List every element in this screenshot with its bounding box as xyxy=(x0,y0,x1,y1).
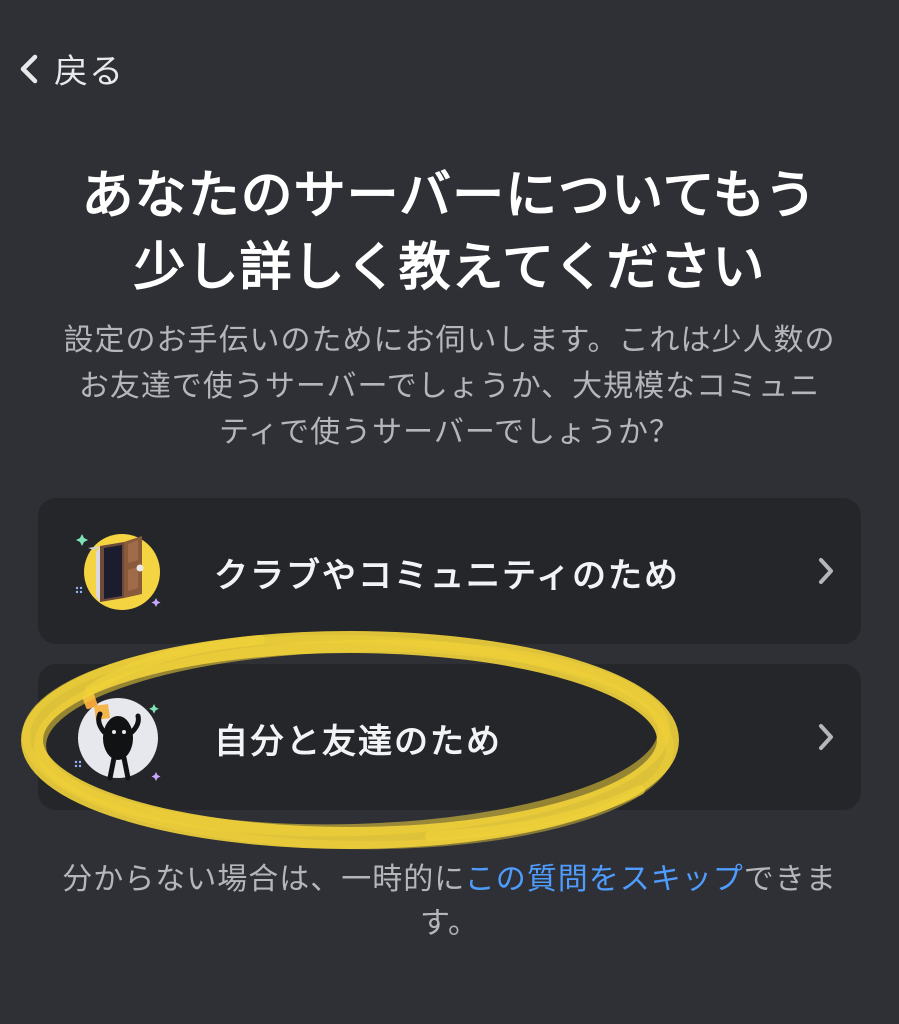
subtitle-line-2: お友達で使うサーバーでしょうか、大規模なコミュニ xyxy=(78,369,821,404)
subtitle-line-3: ティで使うサーバーでしょうか？ xyxy=(218,415,681,450)
footer-text-end: できま xyxy=(743,862,837,897)
page-subtitle: 設定のお手伝いのためにお伺いします。これは少人数の お友達で使うサーバーでしょう… xyxy=(40,318,859,456)
skip-question-link[interactable]: この質問をスキップ xyxy=(465,862,744,897)
option-label: 自分と友達のため xyxy=(214,722,502,762)
character-waving-icon xyxy=(74,692,161,781)
page-title: あなたのサーバーについてもう 少し詳しく教えてください xyxy=(40,160,859,304)
back-label: 戻る xyxy=(54,52,124,92)
option-club-community[interactable]: クラブやコミュニティのため xyxy=(38,498,861,644)
chevron-right-icon xyxy=(819,558,833,584)
page-title-line-2: 少し詳しく教えてください xyxy=(133,238,766,298)
door-icon xyxy=(75,534,161,610)
page-title-line-1: あなたのサーバーについてもう xyxy=(81,166,818,226)
chevron-left-icon xyxy=(20,54,38,83)
subtitle-line-1: 設定のお手伝いのためにお伺いします。これは少人数の xyxy=(63,323,836,358)
chevron-right-icon xyxy=(819,724,833,750)
screen: 戻る あなたのサーバーについてもう 少し詳しく教えてください 設定のお手伝いのた… xyxy=(0,0,899,1024)
footer-text-last: す。 xyxy=(420,906,479,941)
option-me-and-friends[interactable]: 自分と友達のため xyxy=(38,664,861,810)
footer-text: 分からない場合は、一時的に xyxy=(62,862,465,897)
back-button[interactable]: 戻る xyxy=(18,44,124,93)
footer-note: 分からない場合は、一時的にこの質問をスキップできま す。 xyxy=(40,858,859,946)
option-label: クラブやコミュニティのため xyxy=(214,556,680,596)
